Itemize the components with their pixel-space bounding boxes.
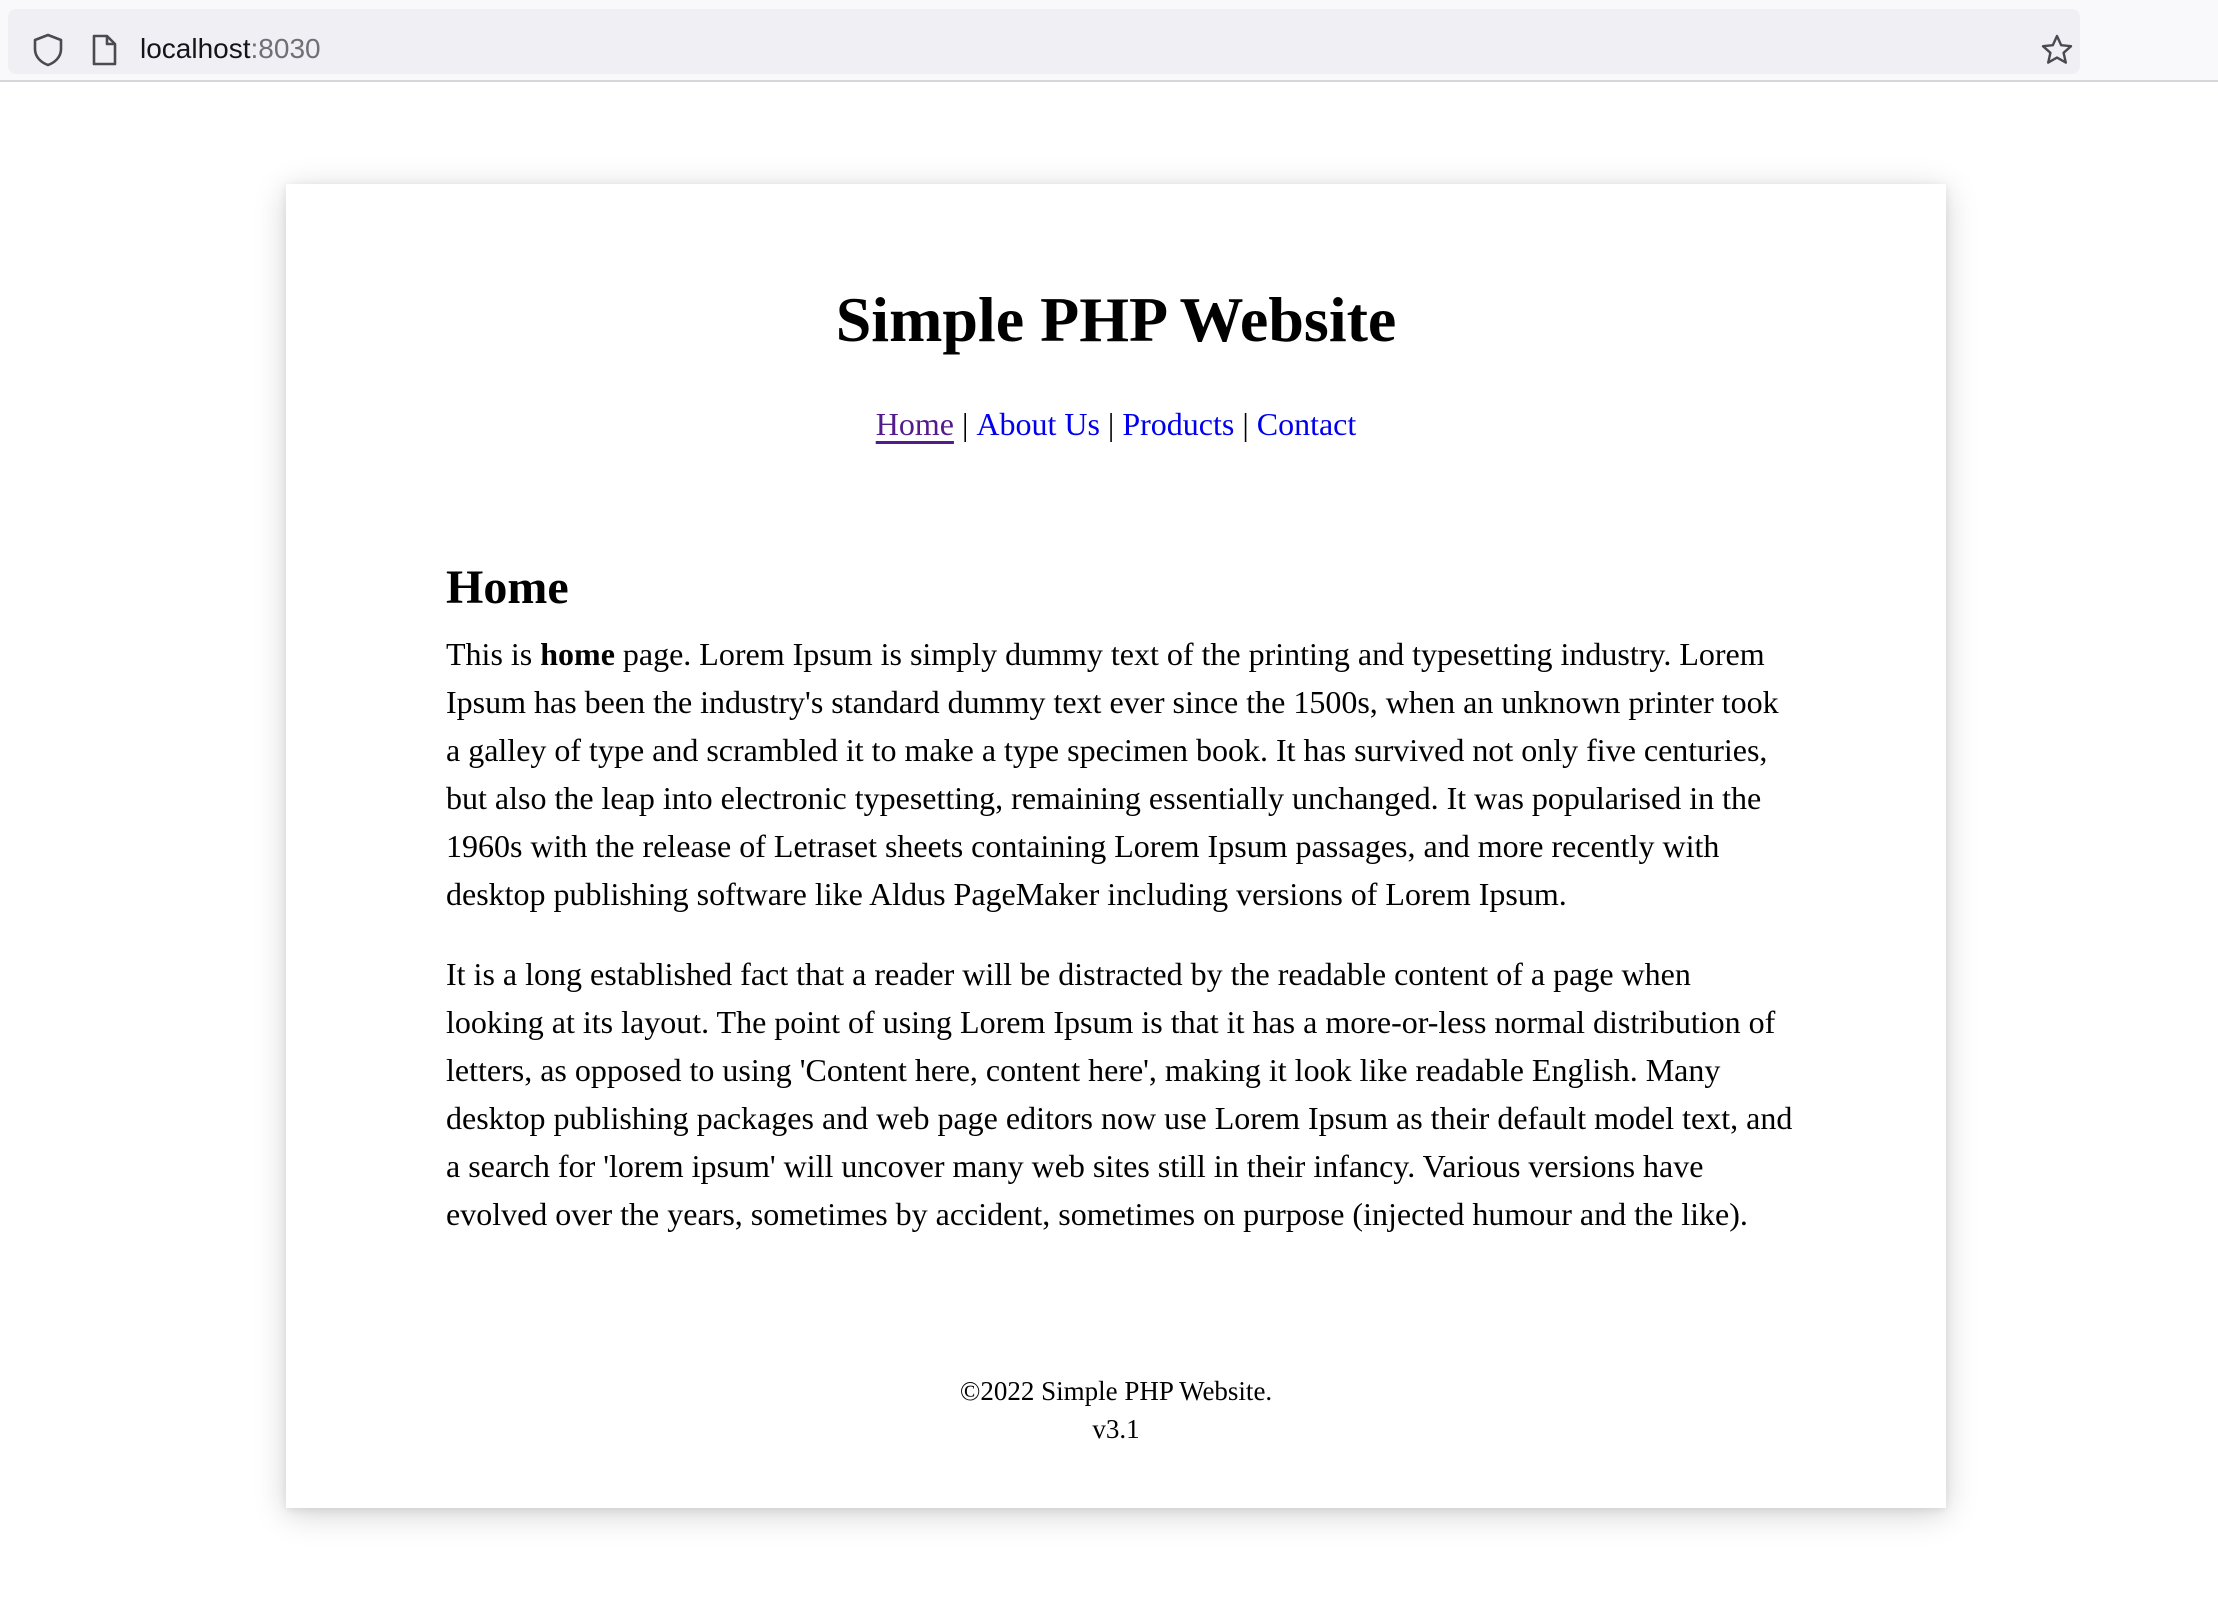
nav-link-about-us[interactable]: About Us [976, 406, 1100, 442]
nav-separator: | [1107, 406, 1115, 442]
paragraph-1-rest: page. Lorem Ipsum is simply dummy text o… [446, 636, 1779, 912]
main-content: Home This is home page. Lorem Ipsum is s… [446, 556, 1796, 1232]
page-heading: Home [446, 561, 569, 614]
paragraph-1-bold: home [540, 636, 615, 672]
footer-copyright: ©2022 Simple PHP Website. [959, 1376, 1273, 1406]
nav-separator: | [961, 406, 969, 442]
browser-toolbar: localhost:8030 [0, 0, 2218, 82]
page-card: Simple PHP Website Home | About Us | Product… [286, 184, 1946, 1508]
star-icon[interactable] [2040, 33, 2074, 67]
nav-link-products[interactable]: Products [1122, 406, 1234, 442]
url-port: :8030 [250, 33, 321, 64]
paragraph-2: It is a long established fact that a rea… [446, 956, 1793, 1232]
url-bar[interactable]: localhost:8030 [8, 9, 2080, 74]
footer: ©2022 Simple PHP Website. v3.1 [286, 1372, 1946, 1448]
main-nav: Home | About Us | Products | Contact [286, 402, 1946, 446]
paragraph-1: This is home page. Lorem Ipsum is simply… [446, 630, 1796, 918]
nav-link-contact[interactable]: Contact [1257, 406, 1357, 442]
url-host: localhost [140, 33, 251, 64]
paragraph-1-prefix: This is [446, 636, 541, 672]
footer-version: v3.1 [1092, 1414, 1140, 1444]
site-title: Simple PHP Website [835, 284, 1397, 355]
shield-icon[interactable] [32, 33, 64, 67]
nav-link-home[interactable]: Home [876, 406, 954, 442]
page-icon [92, 34, 117, 66]
nav-separator: | [1242, 406, 1249, 442]
url-text[interactable]: localhost:8030 [140, 29, 321, 69]
